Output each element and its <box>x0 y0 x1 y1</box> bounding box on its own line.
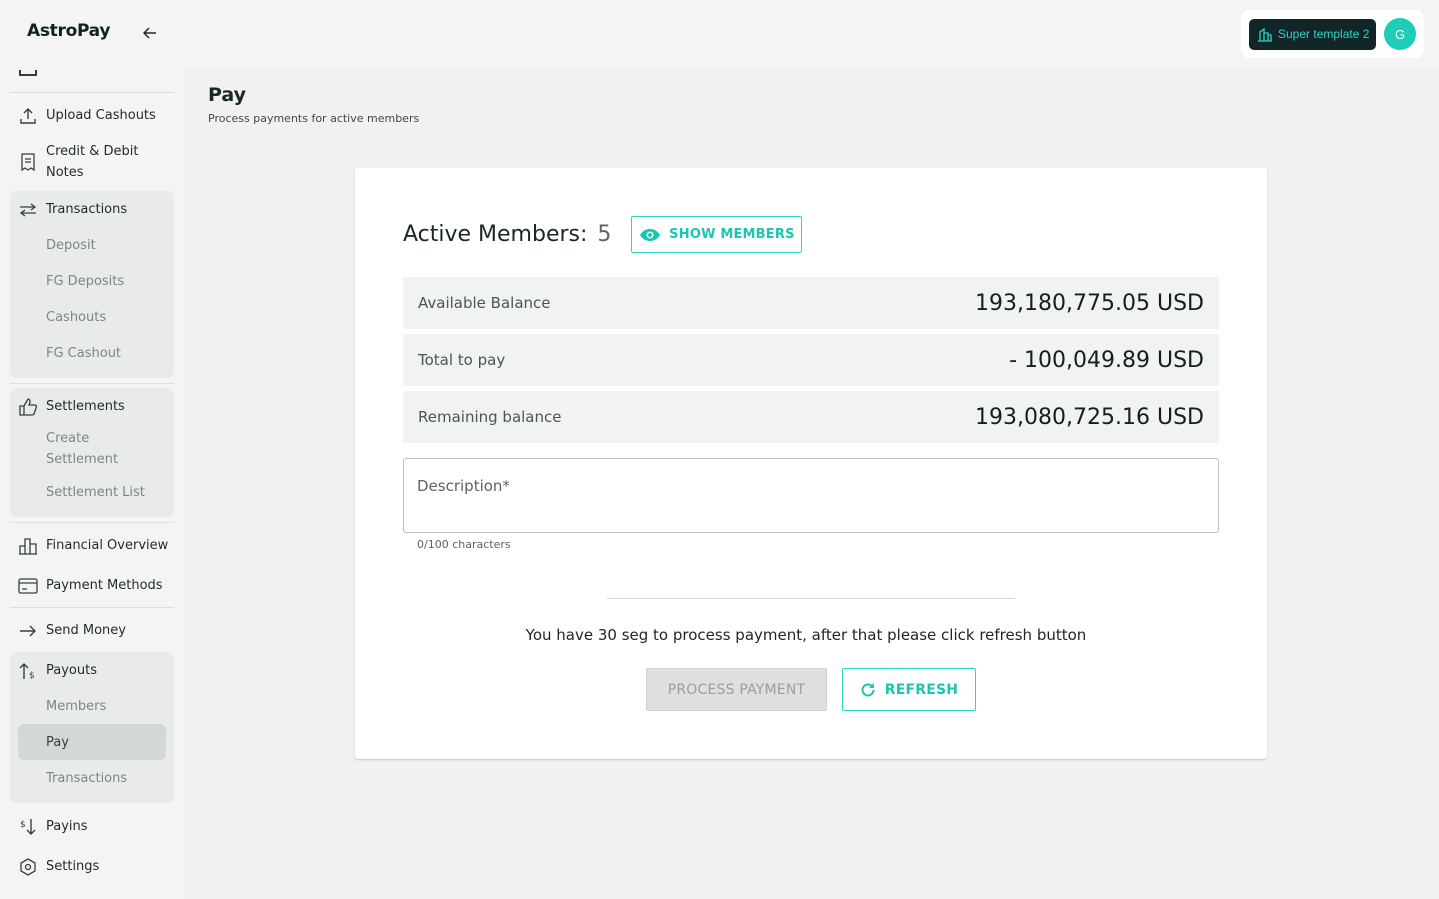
app-logo[interactable]: AstroPay <box>27 21 110 41</box>
payout-arrow-icon: $ <box>19 662 35 680</box>
account-switcher: Super template 2 G <box>1241 10 1424 58</box>
payment-timer-notice: You have 30 seg to process payment, afte… <box>525 626 1087 644</box>
active-members-count: 5 <box>597 222 612 247</box>
sidebar-subitem-fg-deposits[interactable]: FG Deposits <box>46 271 124 292</box>
balance-value: 193,180,775.05 USD <box>975 290 1204 316</box>
top-bar: AstroPay Super template 2 G <box>0 0 1439 68</box>
bar-chart-icon <box>19 537 37 555</box>
sidebar-subitem-members[interactable]: Members <box>46 696 106 717</box>
sidebar-item-label: Financial Overview <box>46 538 169 553</box>
sidebar-item-payment-methods[interactable]: Payment Methods <box>10 575 174 596</box>
sidebar-divider <box>10 522 174 523</box>
balance-value: - 100,049.89 USD <box>1009 347 1204 373</box>
active-item-highlight <box>18 724 166 760</box>
svg-text:$: $ <box>29 671 35 680</box>
sidebar: Upload Cashouts Credit & Debit Notes Tran… <box>0 68 184 899</box>
sidebar-item-label: Settings <box>46 859 100 874</box>
sidebar-subitem-deposit[interactable]: Deposit <box>46 235 96 256</box>
svg-text:$: $ <box>20 820 26 830</box>
show-members-label: SHOW MEMBERS <box>669 227 795 242</box>
sidebar-subitem-fg-cashout[interactable]: FG Cashout <box>46 343 121 364</box>
card-divider <box>607 598 1015 599</box>
sidebar-item-payouts[interactable]: $ Payouts <box>10 660 174 681</box>
pay-card: Active Members: 5 SHOW MEMBERS Available… <box>355 168 1267 759</box>
sidebar-subitem-create-settlement[interactable]: Create Settlement <box>46 428 118 470</box>
sidebar-item-label: Notes <box>46 165 84 180</box>
page-title: Pay <box>208 84 247 106</box>
thumbs-up-icon <box>19 397 37 416</box>
sidebar-item-label: Upload Cashouts <box>46 108 156 123</box>
sidebar-item-label: Settlements <box>46 399 125 414</box>
sidebar-subitem-settlement-list[interactable]: Settlement List <box>46 482 145 503</box>
show-members-button[interactable]: SHOW MEMBERS <box>631 216 803 253</box>
sidebar-item-send-money[interactable]: Send Money <box>10 620 174 641</box>
balance-label: Remaining balance <box>418 408 562 426</box>
settings-hexagon-icon <box>20 857 36 876</box>
description-field[interactable] <box>403 458 1219 533</box>
page-subtitle: Process payments for active members <box>208 112 420 125</box>
sidebar-divider <box>10 92 174 93</box>
active-members-row: Active Members: 5 SHOW MEMBERS <box>403 216 803 253</box>
sidebar-item-credit-debit-notes[interactable]: Credit & Debit Notes <box>10 141 174 183</box>
building-icon <box>1258 27 1272 42</box>
refresh-icon <box>861 682 875 696</box>
sidebar-item-label: Payment Methods <box>46 578 163 593</box>
sidebar-divider <box>10 383 174 384</box>
arrow-right-icon <box>20 625 36 636</box>
available-balance-row: Available Balance 193,180,775.05 USD <box>403 277 1219 329</box>
payin-arrow-icon: $ <box>20 818 36 835</box>
character-counter: 0/100 characters <box>417 538 511 551</box>
sidebar-item-transactions[interactable]: Transactions <box>10 199 174 220</box>
template-name: Super template 2 <box>1278 27 1370 41</box>
sidebar-subitem-pay[interactable]: Pay <box>46 732 69 753</box>
balance-value: 193,080,725.16 USD <box>975 404 1204 430</box>
active-members-label: Active Members: <box>403 222 588 247</box>
sidebar-item-financial-overview[interactable]: Financial Overview <box>10 535 174 556</box>
sidebar-item-settings[interactable]: Settings <box>10 856 174 877</box>
sidebar-subitem-label: Create <box>46 431 90 446</box>
balance-label: Total to pay <box>418 351 506 369</box>
arrow-left-icon <box>143 27 156 39</box>
refresh-button[interactable]: REFRESH <box>842 668 976 711</box>
swap-arrows-icon <box>19 202 37 217</box>
sidebar-item-label: Transactions <box>46 202 128 217</box>
total-to-pay-row: Total to pay - 100,049.89 USD <box>403 334 1219 386</box>
sidebar-item-payins[interactable]: $ Payins <box>10 816 174 837</box>
sidebar-item-settlements[interactable]: Settlements <box>10 396 174 417</box>
sidebar-divider <box>10 607 174 608</box>
sidebar-item-label: Send Money <box>46 623 126 638</box>
upload-icon <box>20 107 36 124</box>
template-selector[interactable]: Super template 2 <box>1249 18 1376 50</box>
document-icon <box>21 153 35 171</box>
credit-card-icon <box>18 577 38 594</box>
sidebar-item-label: Payouts <box>46 663 97 678</box>
process-payment-button[interactable]: PROCESS PAYMENT <box>646 668 827 711</box>
sidebar-subitem-label: Settlement <box>46 452 119 467</box>
sidebar-item-label: Payins <box>46 819 88 834</box>
sidebar-item-upload-cashouts[interactable]: Upload Cashouts <box>10 105 174 126</box>
balance-label: Available Balance <box>418 294 551 312</box>
remaining-balance-row: Remaining balance 193,080,725.16 USD <box>403 391 1219 443</box>
sidebar-item-label: Credit & Debit <box>46 144 139 159</box>
sidebar-subitem-payout-transactions[interactable]: Transactions <box>46 768 127 789</box>
sidebar-subitem-cashouts[interactable]: Cashouts <box>46 307 106 328</box>
collapse-sidebar-button[interactable] <box>140 23 160 43</box>
refresh-label: REFRESH <box>884 681 959 698</box>
user-avatar[interactable]: G <box>1384 18 1416 50</box>
eye-icon <box>640 228 661 241</box>
grid-icon <box>19 70 37 76</box>
